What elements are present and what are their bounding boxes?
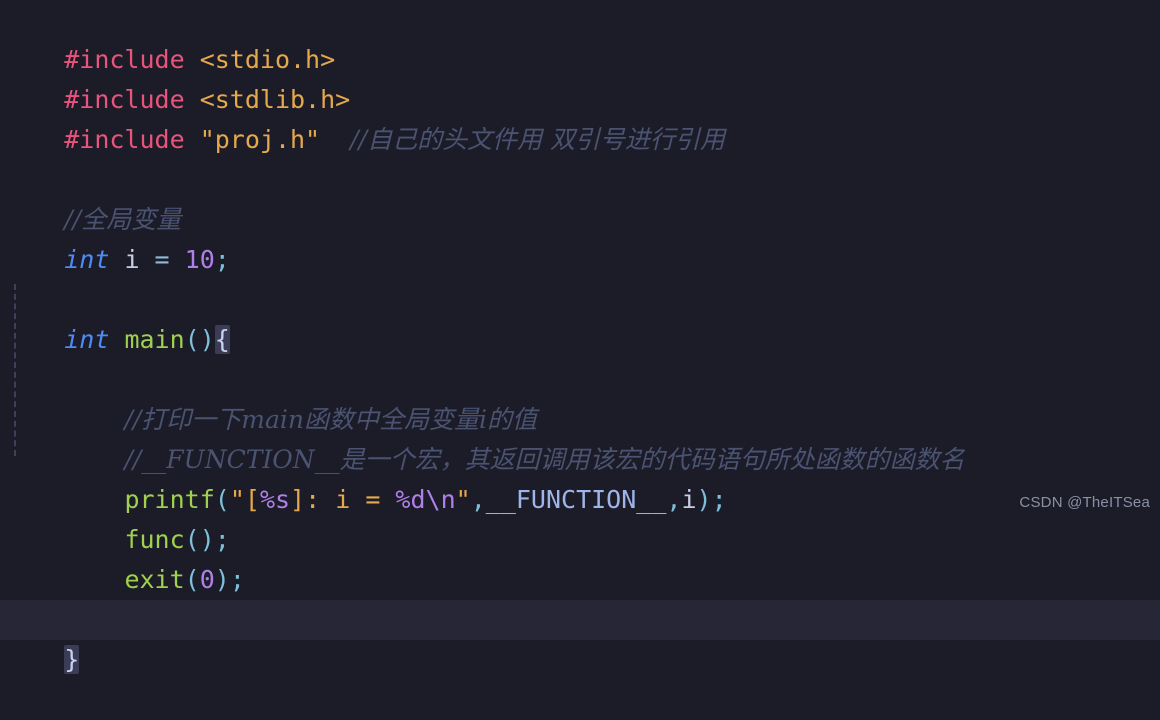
code-line-14[interactable]: exit(0); xyxy=(0,520,1160,594)
code-line-13[interactable]: func(); xyxy=(0,480,1160,554)
close-brace-match-highlight: } xyxy=(64,645,80,674)
code-line-2[interactable]: #include <stdlib.h> xyxy=(0,40,1160,114)
code-line-12[interactable]: printf("[%s]: i = %d\n",__FUNCTION__,i); xyxy=(0,440,1160,514)
code-line-5[interactable]: //全局变量 xyxy=(0,160,1160,234)
code-line-16[interactable]: } xyxy=(0,600,1160,674)
code-line-9-blank[interactable] xyxy=(0,320,1160,360)
code-editor[interactable]: #include <stdio.h> #include <stdlib.h> #… xyxy=(0,0,1160,674)
code-line-8[interactable]: int main(){ xyxy=(0,280,1160,354)
code-line-3[interactable]: #include "proj.h" //自己的头文件用 双引号进行引用 xyxy=(0,80,1160,154)
csdn-watermark: CSDN @TheITSea xyxy=(1019,494,1150,511)
code-line-11[interactable]: //__FUNCTION__是一个宏，其返回调用该宏的代码语句所处函数的函数名 xyxy=(0,400,1160,474)
code-line-7-blank[interactable] xyxy=(0,240,1160,280)
code-line-4-blank[interactable] xyxy=(0,120,1160,160)
code-line-15-blank[interactable] xyxy=(0,560,1160,600)
code-line-6[interactable]: int i = 10; xyxy=(0,200,1160,274)
code-line-1[interactable]: #include <stdio.h> xyxy=(0,0,1160,74)
code-line-10[interactable]: //打印一下main函数中全局变量i的值 xyxy=(0,360,1160,434)
